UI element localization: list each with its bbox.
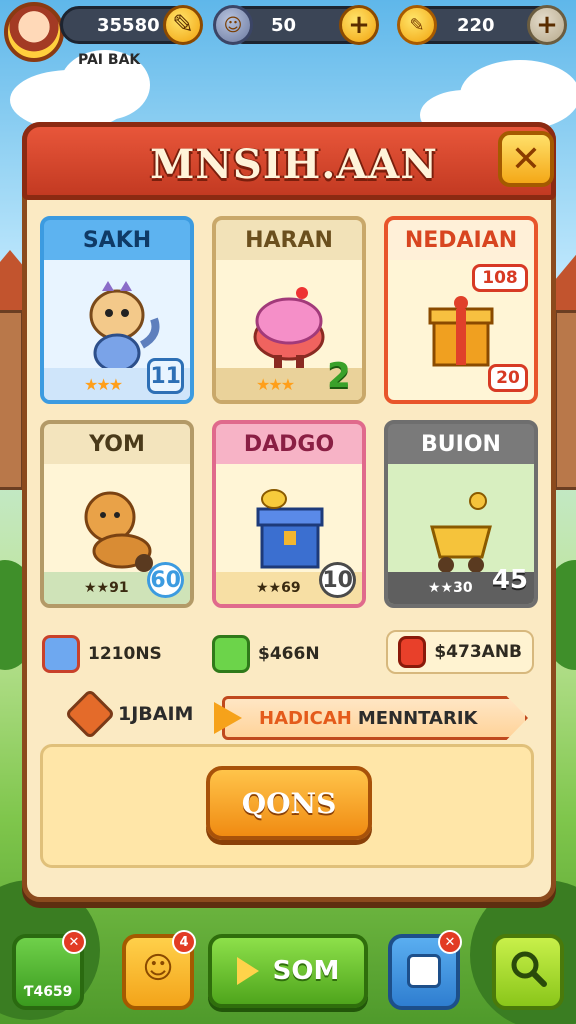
player-avatar[interactable] [4,2,64,62]
monster-icon: ☺ [213,5,253,45]
resource-bag: $473ANB [386,630,534,674]
search-icon [511,951,547,987]
panel-title: MNSIH.AAN [150,141,438,188]
resource-cubes: 1210NS [42,632,162,676]
rating-stars: ★★★ [256,374,295,394]
card-price-tag: 108 [472,264,528,292]
card-title: YOM [44,424,190,464]
notification-badge: 4 [172,930,196,954]
card-dadgo[interactable]: DADGO ★★69 10 [212,420,366,608]
card-buion[interactable]: BUION ★★30 45 [384,420,538,608]
play-icon [236,957,259,985]
lion-cub-icon [84,491,153,572]
currency-gems-value: 50 [271,14,297,36]
smile-icon: ☺ [142,951,174,986]
card-level: 11 [147,358,184,394]
rank-label: 1JBAIM [118,703,194,725]
notification-badge: ✕ [438,930,462,954]
resource-cash: $466N [212,632,320,676]
map-icon [407,954,441,988]
rating-stars: ★★★ [84,374,123,394]
feather-coin-icon: ✎ [397,5,437,45]
currency-gems: ☺ 50 + [213,5,379,45]
currency-energy-value: 220 [457,14,495,36]
card-nedaian[interactable]: NEDAIAN 108 20 [384,216,538,404]
currency-energy: ✎ 220 + [397,5,567,45]
card-title: SAKH [44,220,190,260]
banner-text-2: MENNTARIK [357,707,478,729]
rank-info: 1JBAIM [64,688,194,740]
card-footer-stat: ★★30 [428,580,473,596]
treasure-chest-icon [256,489,324,569]
card-footer-stat: ★★69 [256,580,301,596]
add-gems-button[interactable]: + [339,5,379,45]
card-haran[interactable]: HARAN ★★★ 2 [212,216,366,404]
card-level: 60 [147,562,184,598]
currency-gold: 35580 ✎ [60,5,203,45]
card-level: 10 [319,562,356,598]
card-title: BUION [388,424,534,464]
play-label: SOM [272,956,340,986]
nav-rocket-button[interactable]: Ƭ4659 ✕ [12,930,86,1010]
cube-icon [42,635,80,673]
card-count-tag: 20 [488,364,528,392]
top-bar: 35580 ✎ ☺ 50 + ✎ 220 + PAI BAK [0,0,576,80]
arrow-right-icon [214,702,242,734]
resource-label: $473ANB [434,642,522,662]
card-title: NEDAIAN [388,220,534,260]
card-footer-stat: ★★91 [84,580,129,596]
pink-cake-icon [253,287,325,369]
add-energy-button[interactable]: + [527,5,567,45]
panel-header: MNSIH.AAN ✕ [22,122,556,200]
card-title: HARAN [216,220,362,260]
notification-badge: ✕ [62,930,86,954]
cart-icon [430,492,492,573]
nav-label: Ƭ4659 [23,984,73,1000]
card-title: DADGO [216,424,362,464]
resource-label: 1210NS [88,644,162,664]
card-level: 45 [491,565,528,595]
player-name: PAI BAK [78,52,141,68]
close-button[interactable]: ✕ [498,131,554,187]
play-button[interactable]: SOM [208,934,368,1008]
banner-text-1: HADICAH [259,707,352,729]
green-dice-icon [212,635,250,673]
red-bag-icon [398,636,427,668]
main-action-button[interactable]: QONS [206,766,372,840]
nav-cheese-button[interactable]: ☺ 4 [122,930,196,1010]
nav-search-button[interactable] [492,934,564,1010]
rank-gem-icon [64,688,116,740]
card-yom[interactable]: YOM ★★91 60 [40,420,194,608]
card-sakh[interactable]: SAKH ★★★ 11 [40,216,194,404]
add-gold-button[interactable]: ✎ [163,5,203,45]
card-level: 2 [327,356,351,396]
currency-gold-value: 35580 [97,14,160,36]
resource-label: $466N [258,644,320,664]
nav-map-button[interactable]: ✕ [388,930,462,1010]
promo-banner[interactable]: HADICAH MENNTARIK [222,696,528,740]
